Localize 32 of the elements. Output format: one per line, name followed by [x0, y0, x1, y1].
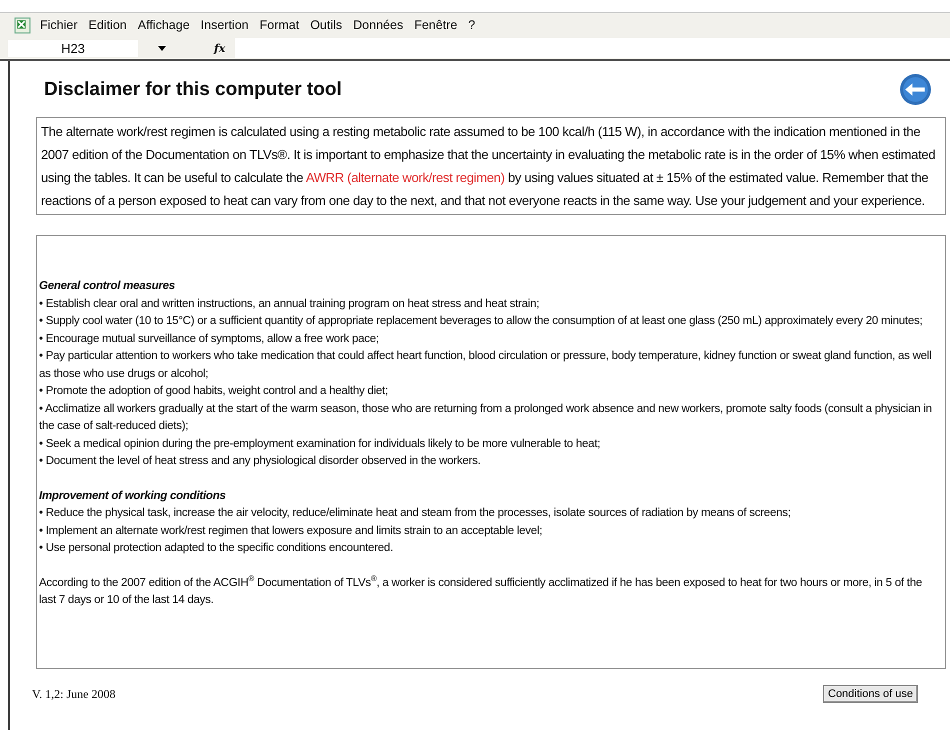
- measure-item: • Use personal protection adapted to the specific conditions encountered.: [39, 541, 394, 556]
- note-paragraph: According to the 2007 edition of the ACGIH$^{®}$ Documentation of TLVs$^{®}$, a worker is considered sufficiently acclimatized if he has been exposed to heat for two hours or more, in 5 of the last 7 days or 10 of the last 14 days.: [39, 574, 923, 608]
- measure-item: • Promote the adoption of good habits, weight control and a healthy diet;: [39, 384, 389, 399]
- dropdown-caret-icon[interactable]: [158, 46, 166, 50]
- name-box[interactable]: H23: [8, 40, 138, 56]
- page-title: Disclaimer for this computer tool: [44, 78, 342, 101]
- menu-item[interactable]: Edition: [88, 18, 127, 32]
- measure-item: • Implement an alternate work/rest regimen that lowers exposure and limits strain to an acceptable level;: [39, 524, 544, 538]
- menu-item[interactable]: Affichage: [138, 18, 190, 32]
- function-label[interactable]: fx: [214, 42, 226, 54]
- section-heading: General control measures: [39, 279, 176, 294]
- measure-item: • Reduce the physical task, increase the air velocity, reduce/eliminate heat and steam from the processes, isolate sources of radiation by means of screens;: [39, 506, 792, 521]
- measure-item: • Pay particular attention to workers who take medication that could affect heart function, blood circulation or pressure, body temperature, kidney function or sweat gland function, as well as those who use drugs or alcohol;: [39, 349, 932, 382]
- menu-item[interactable]: Format: [260, 18, 300, 32]
- measure-item: • Establish clear oral and written instructions, an annual training program on heat stress and heat strain;: [39, 296, 540, 312]
- menu-item[interactable]: Insertion: [200, 18, 249, 32]
- menu-item[interactable]: Outils: [310, 18, 342, 32]
- measure-item: • Acclimatize all workers gradually at the start of the warm season, those who are returning from a prolonged work absence and new workers, promote salty foods (consult a physician in the case of salt-reduced diets);: [39, 402, 933, 434]
- menu-item[interactable]: ?: [468, 18, 476, 32]
- version-label: V. 1,2: June 2008: [32, 686, 116, 702]
- measure-item: • Document the level of heat stress and any physiological disorder observed in the workers.: [39, 454, 482, 469]
- conditions-button[interactable]: Conditions of use: [823, 685, 918, 703]
- section-heading: Improvement of working conditions: [39, 488, 227, 504]
- menu-item[interactable]: Données: [353, 18, 404, 32]
- measure-item: • Supply cool water (10 to 15°C) or a sufficient quantity of appropriate replacement beverages to allow the consumption of at least one glass (250 mL) approximately every 20 minutes;: [39, 314, 924, 329]
- awrr-link[interactable]: AWRR (alternate work/rest regimen): [306, 170, 505, 185]
- intro-paragraph: The alternate work/rest regimen is calculated using a resting metabolic rate assumed to be 100 kcal/h (115 W), in accordance with the indication mentioned in the 2007 edition of the Documentation on TLVs®. It is important to emphasize that the uncertainty in evaluating the metabolic rate is in the order of 15% when estimated using the tables. It can be useful to calculate the AWRR (alternate work/rest regimen) by using values situated at ± 15% of the estimated value. Remember that the reactions of a person exposed to heat can vary from one day to the next, and that not everyone reacts in the same way. Use your judgement and your experience.: [41, 123, 936, 210]
- menu-item[interactable]: Fichier: [40, 18, 78, 32]
- spreadsheet-icon[interactable]: [14, 16, 31, 34]
- measure-item: • Seek a medical opinion during the pre-employment examination for individuals likely to be more vulnerable to heat;: [39, 436, 602, 452]
- measure-item: • Encourage mutual surveillance of symptoms, allow a free work pace;: [39, 332, 380, 346]
- menu-item[interactable]: Fenêtre: [414, 18, 458, 32]
